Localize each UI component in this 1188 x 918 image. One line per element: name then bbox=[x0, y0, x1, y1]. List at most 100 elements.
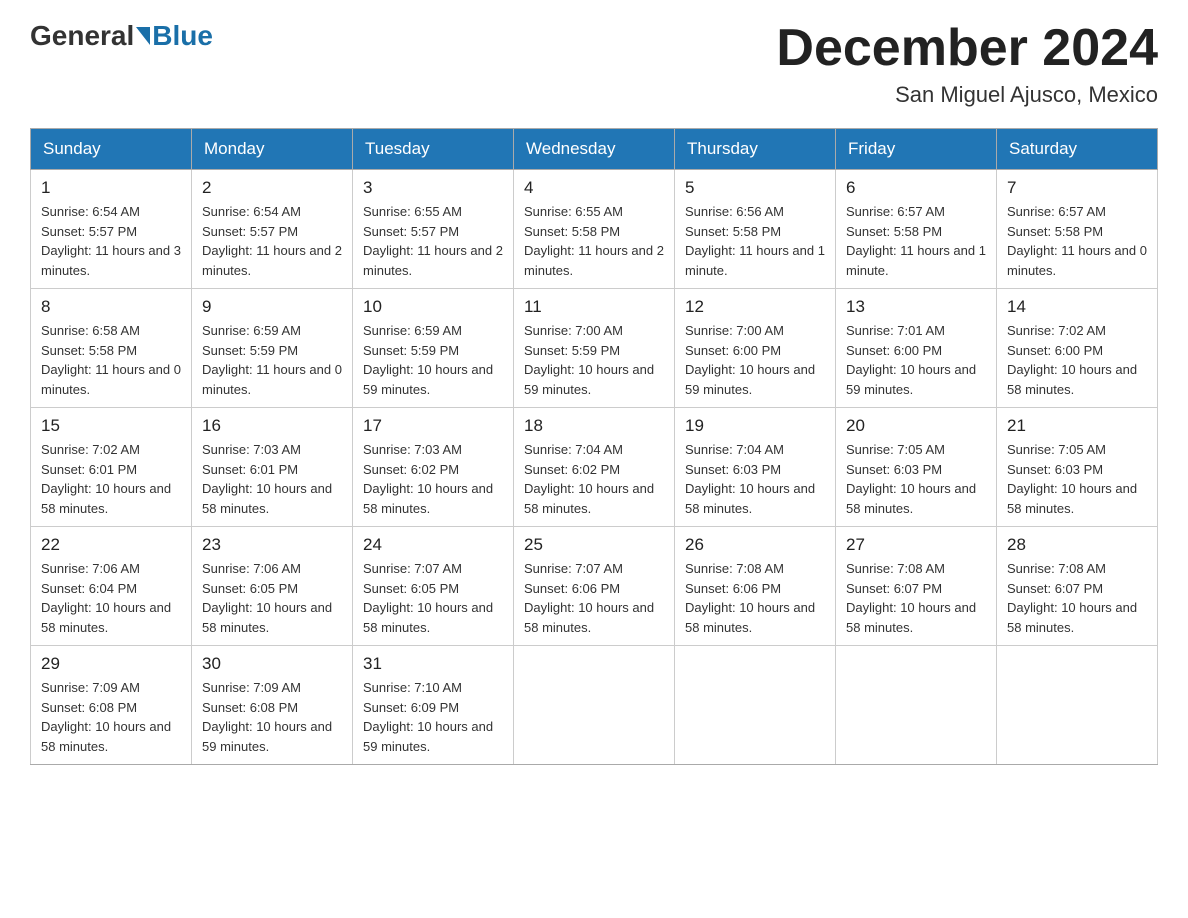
day-info: Sunrise: 7:07 AMSunset: 6:06 PMDaylight:… bbox=[524, 559, 664, 637]
day-info: Sunrise: 7:08 AMSunset: 6:06 PMDaylight:… bbox=[685, 559, 825, 637]
page-header: General Blue December 2024 San Miguel Aj… bbox=[30, 20, 1158, 108]
day-number: 17 bbox=[363, 416, 503, 436]
calendar-table: SundayMondayTuesdayWednesdayThursdayFrid… bbox=[30, 128, 1158, 765]
day-number: 16 bbox=[202, 416, 342, 436]
logo: General Blue bbox=[30, 20, 213, 52]
calendar-cell: 15Sunrise: 7:02 AMSunset: 6:01 PMDayligh… bbox=[31, 408, 192, 527]
calendar-cell: 6 Sunrise: 6:57 AMSunset: 5:58 PMDaylight… bbox=[836, 170, 997, 289]
day-number: 30 bbox=[202, 654, 342, 674]
calendar-cell: 7 Sunrise: 6:57 AMSunset: 5:58 PMDaylight… bbox=[997, 170, 1158, 289]
calendar-cell: 30 Sunrise: 7:09 AMSunset: 6:08 PMDayligh… bbox=[192, 646, 353, 765]
calendar-cell: 5 Sunrise: 6:56 AMSunset: 5:58 PMDaylight… bbox=[675, 170, 836, 289]
day-number: 26 bbox=[685, 535, 825, 555]
calendar-cell: 28Sunrise: 7:08 AMSunset: 6:07 PMDayligh… bbox=[997, 527, 1158, 646]
calendar-cell: 9 Sunrise: 6:59 AMSunset: 5:59 PMDaylight… bbox=[192, 289, 353, 408]
day-number: 23 bbox=[202, 535, 342, 555]
day-info: Sunrise: 7:01 AMSunset: 6:00 PMDaylight:… bbox=[846, 321, 986, 399]
calendar-cell: 10 Sunrise: 6:59 AMSunset: 5:59 PMDayligh… bbox=[353, 289, 514, 408]
day-info: Sunrise: 6:55 AMSunset: 5:57 PMDaylight:… bbox=[363, 202, 503, 280]
location-text: San Miguel Ajusco, Mexico bbox=[776, 82, 1158, 108]
month-title: December 2024 bbox=[776, 20, 1158, 77]
col-header-wednesday: Wednesday bbox=[514, 129, 675, 170]
calendar-cell: 11 Sunrise: 7:00 AMSunset: 5:59 PMDayligh… bbox=[514, 289, 675, 408]
day-info: Sunrise: 7:05 AMSunset: 6:03 PMDaylight:… bbox=[846, 440, 986, 518]
calendar-cell: 17 Sunrise: 7:03 AMSunset: 6:02 PMDayligh… bbox=[353, 408, 514, 527]
day-info: Sunrise: 7:08 AMSunset: 6:07 PMDaylight:… bbox=[1007, 559, 1147, 637]
day-info: Sunrise: 6:57 AMSunset: 5:58 PMDaylight:… bbox=[1007, 202, 1147, 280]
calendar-cell: 26 Sunrise: 7:08 AMSunset: 6:06 PMDayligh… bbox=[675, 527, 836, 646]
calendar-cell: 20 Sunrise: 7:05 AMSunset: 6:03 PMDayligh… bbox=[836, 408, 997, 527]
calendar-cell: 23 Sunrise: 7:06 AMSunset: 6:05 PMDayligh… bbox=[192, 527, 353, 646]
day-number: 21 bbox=[1007, 416, 1147, 436]
day-info: Sunrise: 7:09 AMSunset: 6:08 PMDaylight:… bbox=[202, 678, 342, 756]
calendar-cell: 21 Sunrise: 7:05 AMSunset: 6:03 PMDayligh… bbox=[997, 408, 1158, 527]
day-info: Sunrise: 7:00 AMSunset: 5:59 PMDaylight:… bbox=[524, 321, 664, 399]
day-info: Sunrise: 6:59 AMSunset: 5:59 PMDaylight:… bbox=[202, 321, 342, 399]
calendar-week-row: 29 Sunrise: 7:09 AMSunset: 6:08 PMDayligh… bbox=[31, 646, 1158, 765]
day-info: Sunrise: 6:59 AMSunset: 5:59 PMDaylight:… bbox=[363, 321, 503, 399]
calendar-cell: 18 Sunrise: 7:04 AMSunset: 6:02 PMDayligh… bbox=[514, 408, 675, 527]
calendar-header-row: SundayMondayTuesdayWednesdayThursdayFrid… bbox=[31, 129, 1158, 170]
calendar-cell: 25 Sunrise: 7:07 AMSunset: 6:06 PMDayligh… bbox=[514, 527, 675, 646]
day-info: Sunrise: 6:58 AMSunset: 5:58 PMDaylight:… bbox=[41, 321, 181, 399]
day-number: 3 bbox=[363, 178, 503, 198]
day-number: 6 bbox=[846, 178, 986, 198]
day-number: 25 bbox=[524, 535, 664, 555]
day-info: Sunrise: 7:06 AMSunset: 6:05 PMDaylight:… bbox=[202, 559, 342, 637]
day-number: 10 bbox=[363, 297, 503, 317]
calendar-cell: 31 Sunrise: 7:10 AMSunset: 6:09 PMDayligh… bbox=[353, 646, 514, 765]
day-number: 12 bbox=[685, 297, 825, 317]
calendar-week-row: 8 Sunrise: 6:58 AMSunset: 5:58 PMDaylight… bbox=[31, 289, 1158, 408]
day-info: Sunrise: 6:54 AMSunset: 5:57 PMDaylight:… bbox=[41, 202, 181, 280]
calendar-cell bbox=[675, 646, 836, 765]
logo-arrow-icon bbox=[136, 27, 150, 45]
day-info: Sunrise: 7:07 AMSunset: 6:05 PMDaylight:… bbox=[363, 559, 503, 637]
day-info: Sunrise: 6:57 AMSunset: 5:58 PMDaylight:… bbox=[846, 202, 986, 280]
day-info: Sunrise: 7:03 AMSunset: 6:02 PMDaylight:… bbox=[363, 440, 503, 518]
calendar-cell: 24Sunrise: 7:07 AMSunset: 6:05 PMDayligh… bbox=[353, 527, 514, 646]
day-number: 29 bbox=[41, 654, 181, 674]
title-section: December 2024 San Miguel Ajusco, Mexico bbox=[776, 20, 1158, 108]
day-number: 15 bbox=[41, 416, 181, 436]
day-number: 19 bbox=[685, 416, 825, 436]
day-info: Sunrise: 7:02 AMSunset: 6:00 PMDaylight:… bbox=[1007, 321, 1147, 399]
day-number: 31 bbox=[363, 654, 503, 674]
calendar-cell: 29 Sunrise: 7:09 AMSunset: 6:08 PMDayligh… bbox=[31, 646, 192, 765]
calendar-cell: 14Sunrise: 7:02 AMSunset: 6:00 PMDayligh… bbox=[997, 289, 1158, 408]
day-number: 9 bbox=[202, 297, 342, 317]
day-number: 5 bbox=[685, 178, 825, 198]
calendar-cell: 3 Sunrise: 6:55 AMSunset: 5:57 PMDaylight… bbox=[353, 170, 514, 289]
logo-general-text: General bbox=[30, 20, 134, 52]
day-number: 8 bbox=[41, 297, 181, 317]
calendar-cell: 22Sunrise: 7:06 AMSunset: 6:04 PMDayligh… bbox=[31, 527, 192, 646]
day-info: Sunrise: 6:54 AMSunset: 5:57 PMDaylight:… bbox=[202, 202, 342, 280]
col-header-sunday: Sunday bbox=[31, 129, 192, 170]
calendar-cell bbox=[997, 646, 1158, 765]
day-info: Sunrise: 7:04 AMSunset: 6:02 PMDaylight:… bbox=[524, 440, 664, 518]
calendar-cell: 27Sunrise: 7:08 AMSunset: 6:07 PMDayligh… bbox=[836, 527, 997, 646]
day-number: 11 bbox=[524, 297, 664, 317]
day-number: 22 bbox=[41, 535, 181, 555]
calendar-cell: 1Sunrise: 6:54 AMSunset: 5:57 PMDaylight… bbox=[31, 170, 192, 289]
day-number: 7 bbox=[1007, 178, 1147, 198]
calendar-cell: 13 Sunrise: 7:01 AMSunset: 6:00 PMDayligh… bbox=[836, 289, 997, 408]
day-info: Sunrise: 7:04 AMSunset: 6:03 PMDaylight:… bbox=[685, 440, 825, 518]
calendar-cell: 12 Sunrise: 7:00 AMSunset: 6:00 PMDayligh… bbox=[675, 289, 836, 408]
day-info: Sunrise: 6:55 AMSunset: 5:58 PMDaylight:… bbox=[524, 202, 664, 280]
day-info: Sunrise: 7:05 AMSunset: 6:03 PMDaylight:… bbox=[1007, 440, 1147, 518]
calendar-cell: 16Sunrise: 7:03 AMSunset: 6:01 PMDayligh… bbox=[192, 408, 353, 527]
day-number: 4 bbox=[524, 178, 664, 198]
col-header-thursday: Thursday bbox=[675, 129, 836, 170]
day-info: Sunrise: 6:56 AMSunset: 5:58 PMDaylight:… bbox=[685, 202, 825, 280]
calendar-cell bbox=[514, 646, 675, 765]
calendar-cell: 8 Sunrise: 6:58 AMSunset: 5:58 PMDaylight… bbox=[31, 289, 192, 408]
day-number: 13 bbox=[846, 297, 986, 317]
day-number: 18 bbox=[524, 416, 664, 436]
day-info: Sunrise: 7:09 AMSunset: 6:08 PMDaylight:… bbox=[41, 678, 181, 756]
day-info: Sunrise: 7:10 AMSunset: 6:09 PMDaylight:… bbox=[363, 678, 503, 756]
calendar-cell: 4 Sunrise: 6:55 AMSunset: 5:58 PMDaylight… bbox=[514, 170, 675, 289]
calendar-cell: 19 Sunrise: 7:04 AMSunset: 6:03 PMDayligh… bbox=[675, 408, 836, 527]
day-info: Sunrise: 7:00 AMSunset: 6:00 PMDaylight:… bbox=[685, 321, 825, 399]
day-number: 20 bbox=[846, 416, 986, 436]
col-header-monday: Monday bbox=[192, 129, 353, 170]
